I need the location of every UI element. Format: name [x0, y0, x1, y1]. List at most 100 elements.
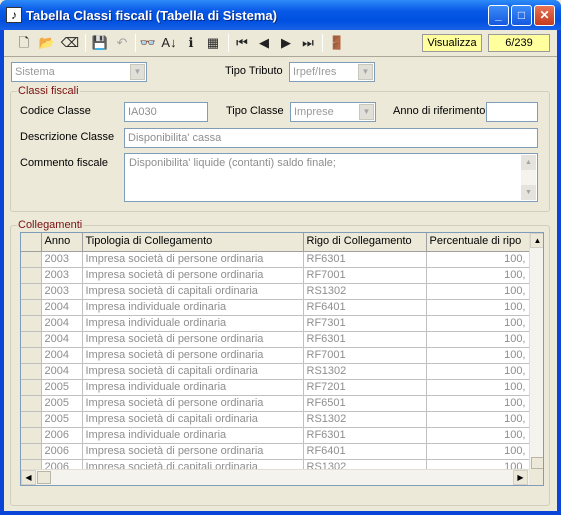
cell-rigo[interactable]: RF6301 — [303, 251, 427, 268]
new-icon[interactable]: 🗋 — [14, 33, 34, 53]
chevron-down-icon[interactable]: ▼ — [130, 64, 145, 80]
table-row[interactable]: 2004 Impresa società di persone ordinaria… — [21, 331, 530, 348]
grid-horizontal-scrollbar[interactable]: ◀ ▶ — [21, 469, 529, 485]
cell-rigo[interactable]: RS1302 — [303, 283, 427, 300]
cell-percentuale[interactable]: 100, — [426, 363, 530, 380]
cell-tipologia[interactable]: Impresa società di capitali ordinaria — [82, 283, 304, 300]
collegamenti-grid[interactable]: Anno Tipologia di Collegamento Rigo di C… — [20, 232, 544, 486]
scroll-left-icon[interactable]: ◀ — [21, 470, 36, 485]
cell-tipologia[interactable]: Impresa società di persone ordinaria — [82, 443, 304, 460]
cell-percentuale[interactable]: 100, — [426, 427, 530, 444]
cell-anno[interactable]: 2003 — [41, 283, 83, 300]
cell-anno[interactable]: 2005 — [41, 395, 83, 412]
cell-anno[interactable]: 2004 — [41, 299, 83, 316]
last-record-icon[interactable]: ⏭ — [298, 33, 318, 53]
cell-percentuale[interactable]: 100, — [426, 331, 530, 348]
cell-rigo[interactable]: RF6401 — [303, 299, 427, 316]
cell-tipologia[interactable]: Impresa società di persone ordinaria — [82, 347, 304, 364]
table-row[interactable]: 2004 Impresa società di capitali ordinari… — [21, 363, 530, 380]
music-note-icon[interactable]: ♪ — [6, 7, 22, 23]
table-row[interactable]: 2005 Impresa società di persone ordinaria… — [21, 395, 530, 412]
cell-anno[interactable]: 2004 — [41, 347, 83, 364]
next-record-icon[interactable]: ▶ — [276, 33, 296, 53]
scroll-down-icon[interactable]: ▼ — [521, 185, 536, 200]
cell-anno[interactable]: 2003 — [41, 267, 83, 284]
cell-anno[interactable]: 2006 — [41, 443, 83, 460]
cell-rigo[interactable]: RF6301 — [303, 427, 427, 444]
column-header-rigo[interactable]: Rigo di Collegamento — [303, 233, 427, 252]
cell-rigo[interactable]: RF6401 — [303, 443, 427, 460]
descrizione-classe-field[interactable]: Disponibilita' cassa — [124, 128, 538, 148]
tipo-tributo-combo[interactable]: Irpef/Ires ▼ — [289, 62, 375, 82]
cell-rigo[interactable]: RS1302 — [303, 411, 427, 428]
cell-anno[interactable]: 2005 — [41, 411, 83, 428]
scroll-thumb-horizontal[interactable] — [37, 471, 51, 484]
chevron-down-icon[interactable]: ▼ — [359, 104, 374, 120]
cell-tipologia[interactable]: Impresa società di persone ordinaria — [82, 395, 304, 412]
close-button[interactable]: ✕ — [534, 5, 555, 26]
sort-az-icon[interactable]: A↓ — [159, 33, 179, 53]
title-bar[interactable]: ♪ Tabella Classi fiscali (Tabella di Sis… — [0, 0, 561, 30]
table-row[interactable]: 2005 Impresa società di capitali ordinari… — [21, 411, 530, 428]
scroll-right-icon[interactable]: ▶ — [513, 470, 528, 485]
cell-tipologia[interactable]: Impresa individuale ordinaria — [82, 427, 304, 444]
memo-scrollbar[interactable]: ▲ ▼ — [521, 155, 536, 200]
scroll-up-icon[interactable]: ▲ — [521, 155, 536, 170]
codice-classe-field[interactable]: IA030 — [124, 102, 208, 122]
cell-tipologia[interactable]: Impresa individuale ordinaria — [82, 315, 304, 332]
maximize-button[interactable]: □ — [511, 5, 532, 26]
table-row[interactable]: 2005 Impresa individuale ordinaria RF7201 1… — [21, 379, 530, 396]
table-row[interactable]: 2003 Impresa società di capitali ordinari… — [21, 283, 530, 300]
cell-rigo[interactable]: RS1302 — [303, 363, 427, 380]
cell-anno[interactable]: 2004 — [41, 363, 83, 380]
chevron-down-icon[interactable]: ▼ — [358, 64, 373, 80]
grid-vertical-scrollbar[interactable]: ▲ ▼ — [529, 233, 543, 469]
exit-door-icon[interactable]: 🚪 — [327, 33, 347, 53]
cell-rigo[interactable]: RF6501 — [303, 395, 427, 412]
grid-icon[interactable]: ▦ — [203, 33, 223, 53]
cell-percentuale[interactable]: 100, — [426, 395, 530, 412]
first-record-icon[interactable]: ⏮ — [232, 33, 252, 53]
save-icon[interactable]: 💾 — [90, 33, 110, 53]
table-row[interactable]: 2006 Impresa società di persone ordinaria… — [21, 443, 530, 460]
cell-anno[interactable]: 2004 — [41, 331, 83, 348]
cell-rigo[interactable]: RF7301 — [303, 315, 427, 332]
table-row[interactable]: 2004 Impresa individuale ordinaria RF6401 1… — [21, 299, 530, 316]
table-row[interactable]: 2003 Impresa società di persone ordinaria… — [21, 267, 530, 284]
cell-rigo[interactable]: RF6301 — [303, 331, 427, 348]
cell-percentuale[interactable]: 100, — [426, 347, 530, 364]
binoculars-icon[interactable]: 👓 — [138, 33, 158, 53]
eraser-icon[interactable]: ⌫ — [60, 33, 80, 53]
cell-anno[interactable]: 2003 — [41, 251, 83, 268]
column-header-percentuale[interactable]: Percentuale di ripo — [426, 233, 530, 252]
cell-rigo[interactable]: RF7201 — [303, 379, 427, 396]
prev-record-icon[interactable]: ◀ — [254, 33, 274, 53]
cell-tipologia[interactable]: Impresa società di persone ordinaria — [82, 331, 304, 348]
cell-percentuale[interactable]: 100, — [426, 443, 530, 460]
cell-tipologia[interactable]: Impresa società di persone ordinaria — [82, 251, 304, 268]
table-row[interactable]: 2004 Impresa società di persone ordinaria… — [21, 347, 530, 364]
cell-percentuale[interactable]: 100, — [426, 379, 530, 396]
cell-anno[interactable]: 2006 — [41, 427, 83, 444]
cell-percentuale[interactable]: 100, — [426, 411, 530, 428]
cell-percentuale[interactable]: 100, — [426, 283, 530, 300]
sort-up-icon[interactable]: ▲ — [530, 233, 543, 248]
cell-tipologia[interactable]: Impresa società di persone ordinaria — [82, 267, 304, 284]
cell-anno[interactable]: 2005 — [41, 379, 83, 396]
anno-riferimento-field[interactable] — [486, 102, 538, 122]
table-row[interactable]: 2003 Impresa società di persone ordinaria… — [21, 251, 530, 268]
cell-tipologia[interactable]: Impresa società di capitali ordinaria — [82, 363, 304, 380]
tipo-classe-combo[interactable]: Imprese ▼ — [290, 102, 376, 122]
undo-icon[interactable]: ↶ — [112, 33, 132, 53]
cell-percentuale[interactable]: 100, — [426, 315, 530, 332]
info-icon[interactable]: ℹ — [181, 33, 201, 53]
minimize-button[interactable]: _ — [488, 5, 509, 26]
cell-rigo[interactable]: RF7001 — [303, 267, 427, 284]
table-row[interactable]: 2006 Impresa individuale ordinaria RF6301 1… — [21, 427, 530, 444]
system-combo[interactable]: Sistema ▼ — [11, 62, 147, 82]
cell-percentuale[interactable]: 100, — [426, 267, 530, 284]
column-header-anno[interactable]: Anno — [41, 233, 83, 252]
column-header-tipologia[interactable]: Tipologia di Collegamento — [82, 233, 304, 252]
cell-rigo[interactable]: RF7001 — [303, 347, 427, 364]
scroll-thumb[interactable] — [531, 457, 543, 469]
